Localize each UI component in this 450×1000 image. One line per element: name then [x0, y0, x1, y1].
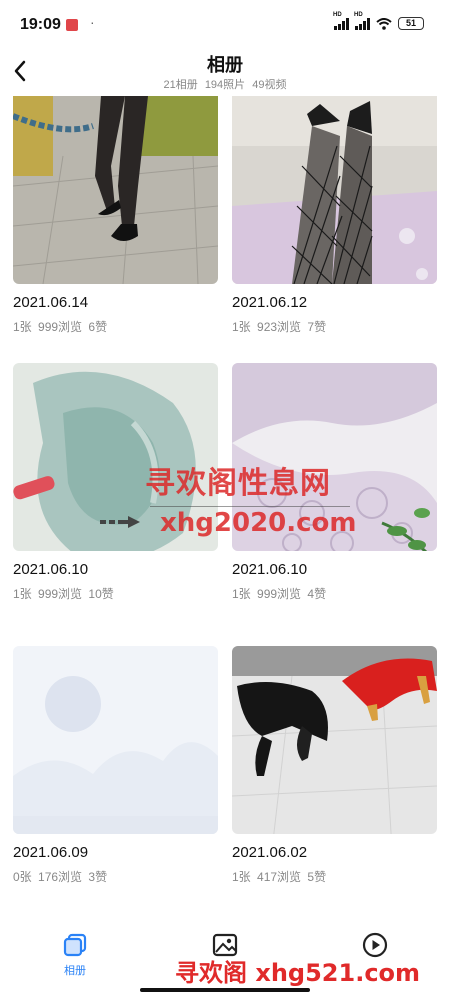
like-count: 5赞 [307, 870, 327, 884]
watermark-text: 寻欢阁性息网 [145, 466, 331, 501]
album-card[interactable]: 2021.06.09 0张 176浏览 3赞 [13, 646, 218, 885]
view-count: 417浏览 [257, 870, 302, 884]
photo-count: 1张 [232, 320, 251, 334]
album-date: 2021.06.14 [13, 294, 89, 311]
album-meta: 1张 999浏览 6赞 [13, 318, 218, 335]
album-date: 2021.06.09 [13, 844, 89, 861]
page-title: 相册 [207, 55, 243, 75]
like-count: 7赞 [307, 320, 327, 334]
album-icon [63, 933, 87, 957]
like-count: 4赞 [307, 587, 327, 601]
album-date: 2021.06.12 [232, 294, 308, 311]
placeholder-image-icon [13, 646, 218, 834]
status-bar: 19:09 · HD HD 51 [0, 0, 450, 48]
album-meta: 1张 999浏览 4赞 [232, 585, 437, 602]
album-date: 2021.06.10 [232, 561, 308, 578]
view-count: 923浏览 [257, 320, 302, 334]
calendar-icon [66, 19, 78, 31]
notification-dot-icon: · [90, 14, 95, 30]
photo-count: 1张 [232, 587, 251, 601]
video-count: 49视频 [252, 79, 287, 91]
like-count: 10赞 [88, 587, 114, 601]
like-count: 6赞 [88, 320, 108, 334]
watermark-url: xhg2020.com [160, 508, 357, 538]
album-card[interactable]: 2021.06.14 1张 999浏览 6赞 [13, 96, 218, 335]
arrow-right-icon [100, 516, 140, 528]
tab-album[interactable]: 相册 [45, 932, 105, 978]
home-indicator [140, 988, 310, 992]
album-count: 21相册 [163, 79, 198, 91]
album-thumbnail[interactable] [232, 646, 437, 834]
view-count: 176浏览 [38, 870, 83, 884]
like-count: 3赞 [88, 870, 108, 884]
album-thumbnail[interactable] [232, 96, 437, 284]
signal-icon-2: HD [354, 12, 370, 30]
photo-count: 1张 [232, 870, 251, 884]
photo-count: 194照片 [204, 79, 246, 91]
photo-count: 1张 [13, 320, 32, 334]
tab-label: 相册 [64, 965, 86, 977]
network-type-label-2: HD [354, 11, 363, 18]
signal-icon: HD [333, 12, 349, 30]
watermark-footer: 寻欢阁 xhg521.com [175, 959, 421, 987]
heels-tiles-image [232, 646, 437, 834]
view-count: 999浏览 [38, 320, 83, 334]
page-header: 相册 21相册 194照片 49视频 [0, 48, 450, 96]
photo-count: 0张 [13, 870, 32, 884]
battery-icon: 51 [398, 17, 424, 30]
wifi-icon [376, 17, 392, 30]
heels-pavement-image [13, 96, 218, 284]
album-date: 2021.06.10 [13, 561, 89, 578]
album-card[interactable]: 2021.06.02 1张 417浏览 5赞 [232, 646, 437, 885]
album-stats: 21相册 194照片 49视频 [0, 76, 450, 92]
album-meta: 1张 417浏览 5赞 [232, 868, 437, 885]
photo-count: 1张 [13, 587, 32, 601]
view-count: 999浏览 [257, 587, 302, 601]
album-card[interactable]: 2021.06.12 1张 923浏览 7赞 [232, 96, 437, 335]
watermark-line [150, 506, 350, 507]
album-meta: 1张 923浏览 7赞 [232, 318, 437, 335]
view-count: 999浏览 [38, 587, 83, 601]
album-thumbnail[interactable] [13, 96, 218, 284]
album-meta: 0张 176浏览 3赞 [13, 868, 218, 885]
album-thumbnail[interactable] [13, 646, 218, 834]
status-icons: HD HD 51 [333, 12, 424, 30]
fishnet-legs-image [232, 96, 437, 284]
status-time: 19:09 [20, 16, 61, 33]
album-date: 2021.06.02 [232, 844, 308, 861]
network-type-label: HD [333, 11, 342, 18]
album-meta: 1张 999浏览 10赞 [13, 585, 218, 602]
